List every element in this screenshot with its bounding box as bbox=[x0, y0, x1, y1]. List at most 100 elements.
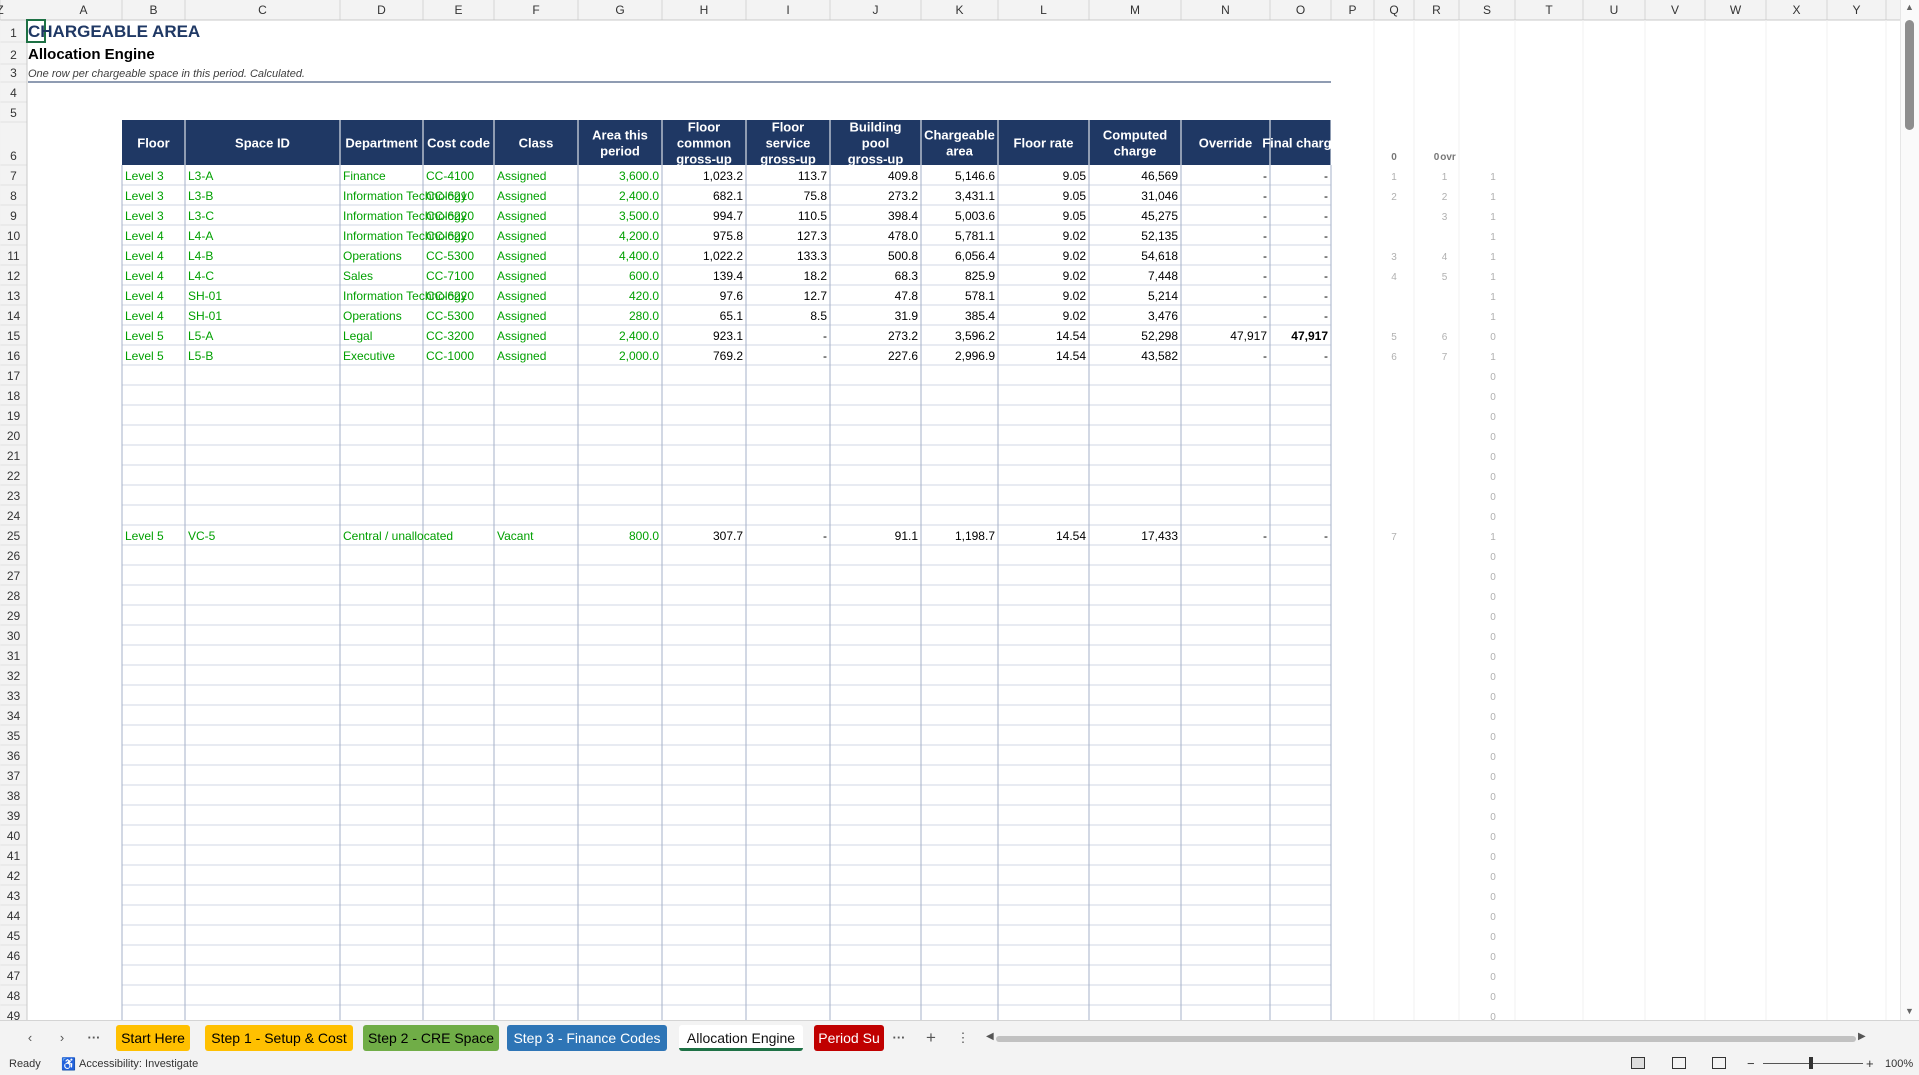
column-header[interactable]: V bbox=[1671, 3, 1679, 17]
row-number[interactable]: 7 bbox=[10, 169, 17, 183]
row-number[interactable]: 2 bbox=[10, 48, 17, 62]
normal-view-icon[interactable] bbox=[1631, 1057, 1645, 1069]
row-number[interactable]: 48 bbox=[7, 989, 21, 1003]
zoom-out-icon[interactable]: − bbox=[1747, 1056, 1755, 1071]
row-number[interactable]: 6 bbox=[10, 149, 17, 163]
row-number[interactable]: 4 bbox=[10, 86, 17, 100]
column-header[interactable]: X bbox=[1792, 3, 1800, 17]
sheet-tab[interactable]: Allocation Engine bbox=[679, 1025, 803, 1051]
vertical-scroll-thumb[interactable] bbox=[1905, 20, 1914, 130]
row-number[interactable]: 20 bbox=[7, 429, 21, 443]
column-header[interactable]: A bbox=[79, 3, 87, 17]
row-number[interactable]: 39 bbox=[7, 809, 21, 823]
column-header[interactable]: J bbox=[873, 3, 879, 17]
column-header[interactable]: I bbox=[786, 3, 789, 17]
row-number[interactable]: 34 bbox=[7, 709, 21, 723]
row-number[interactable]: 24 bbox=[7, 509, 21, 523]
sheet-options-icon[interactable]: ⋮ bbox=[955, 1030, 971, 1046]
prev-sheet-arrow-icon[interactable]: ‹ bbox=[22, 1030, 38, 1046]
column-header[interactable]: N bbox=[1221, 3, 1230, 17]
horizontal-scroll-thumb[interactable] bbox=[996, 1036, 1856, 1042]
row-number[interactable]: 18 bbox=[7, 389, 21, 403]
column-header[interactable]: P bbox=[1348, 3, 1356, 17]
row-number[interactable]: 37 bbox=[7, 769, 21, 783]
row-number[interactable]: 19 bbox=[7, 409, 21, 423]
row-number[interactable]: 31 bbox=[7, 649, 21, 663]
row-number[interactable]: 14 bbox=[7, 309, 21, 323]
row-number[interactable]: 44 bbox=[7, 909, 21, 923]
column-header[interactable]: E bbox=[454, 3, 462, 17]
row-number[interactable]: 12 bbox=[7, 269, 21, 283]
spreadsheet-grid[interactable]: ABCDEFGHIJKLMNOPQRSTUVWXYZ12345678910111… bbox=[0, 0, 1919, 1020]
sheet-tab[interactable]: Step 3 - Finance Codes bbox=[507, 1025, 667, 1051]
row-number[interactable]: 27 bbox=[7, 569, 21, 583]
add-sheet-icon[interactable]: + bbox=[923, 1029, 939, 1046]
grid-canvas[interactable]: ABCDEFGHIJKLMNOPQRSTUVWXYZ12345678910111… bbox=[0, 0, 1919, 1020]
row-number[interactable]: 41 bbox=[7, 849, 21, 863]
row-number[interactable]: 25 bbox=[7, 529, 21, 543]
column-header[interactable]: R bbox=[1432, 3, 1441, 17]
row-number[interactable]: 43 bbox=[7, 889, 21, 903]
row-number[interactable]: 22 bbox=[7, 469, 21, 483]
row-number[interactable]: 38 bbox=[7, 789, 21, 803]
column-header[interactable]: U bbox=[1610, 3, 1619, 17]
row-number[interactable]: 13 bbox=[7, 289, 21, 303]
horizontal-scrollbar[interactable]: ◀ ▶ bbox=[986, 1029, 1868, 1047]
column-header[interactable]: S bbox=[1483, 3, 1491, 17]
row-number[interactable]: 3 bbox=[10, 66, 17, 80]
row-number[interactable]: 8 bbox=[10, 189, 17, 203]
row-number[interactable]: 9 bbox=[10, 209, 17, 223]
row-number[interactable]: 33 bbox=[7, 689, 21, 703]
row-number[interactable]: 29 bbox=[7, 609, 21, 623]
next-sheet-arrow-icon[interactable]: › bbox=[54, 1030, 70, 1046]
page-break-view-icon[interactable] bbox=[1712, 1057, 1726, 1069]
row-number[interactable]: 49 bbox=[7, 1009, 21, 1020]
column-header[interactable]: G bbox=[615, 3, 624, 17]
column-header[interactable]: C bbox=[258, 3, 267, 17]
vertical-scrollbar[interactable]: ▼ ▲ bbox=[1900, 0, 1919, 1020]
scroll-right-arrow-icon[interactable]: ▶ bbox=[1858, 1031, 1866, 1042]
accessibility-status[interactable]: Accessibility: Investigate bbox=[79, 1058, 198, 1070]
column-header[interactable]: L bbox=[1040, 3, 1047, 17]
row-number[interactable]: 36 bbox=[7, 749, 21, 763]
column-header[interactable]: F bbox=[532, 3, 539, 17]
column-header[interactable]: O bbox=[1296, 3, 1305, 17]
sheet-tab[interactable]: Step 2 - CRE Space bbox=[363, 1025, 499, 1051]
sheet-tab[interactable]: Step 1 - Setup & Cost bbox=[205, 1025, 353, 1051]
row-number[interactable]: 23 bbox=[7, 489, 21, 503]
row-number[interactable]: 26 bbox=[7, 549, 21, 563]
row-number[interactable]: 16 bbox=[7, 349, 21, 363]
row-number[interactable]: 35 bbox=[7, 729, 21, 743]
row-number[interactable]: 32 bbox=[7, 669, 21, 683]
row-number[interactable]: 40 bbox=[7, 829, 21, 843]
page-layout-view-icon[interactable] bbox=[1672, 1057, 1686, 1069]
scroll-down-arrow-icon[interactable]: ▼ bbox=[1905, 1006, 1914, 1016]
zoom-slider[interactable] bbox=[1763, 1063, 1863, 1064]
column-header[interactable]: M bbox=[1130, 3, 1140, 17]
zoom-level[interactable]: 100% bbox=[1885, 1058, 1913, 1070]
column-header[interactable]: Y bbox=[1852, 3, 1860, 17]
row-number[interactable]: 17 bbox=[7, 369, 21, 383]
row-number[interactable]: 45 bbox=[7, 929, 21, 943]
column-header[interactable]: W bbox=[1730, 3, 1742, 17]
more-sheets-icon[interactable]: ··· bbox=[891, 1030, 907, 1046]
column-header[interactable]: K bbox=[955, 3, 963, 17]
scroll-up-arrow-icon[interactable]: ▲ bbox=[1905, 2, 1914, 12]
sheet-tab[interactable]: Period Su bbox=[814, 1025, 884, 1051]
column-header[interactable]: D bbox=[377, 3, 386, 17]
row-number[interactable]: 47 bbox=[7, 969, 21, 983]
column-header[interactable]: T bbox=[1545, 3, 1553, 17]
sheet-list-more-icon[interactable]: ··· bbox=[86, 1030, 102, 1046]
row-number[interactable]: 11 bbox=[7, 249, 20, 263]
row-number[interactable]: 28 bbox=[7, 589, 21, 603]
row-number[interactable]: 5 bbox=[10, 106, 17, 120]
zoom-in-icon[interactable]: + bbox=[1866, 1056, 1874, 1071]
row-number[interactable]: 21 bbox=[7, 449, 21, 463]
column-header[interactable]: Q bbox=[1389, 3, 1398, 17]
accessibility-icon[interactable]: ♿ bbox=[61, 1057, 76, 1071]
column-header[interactable]: H bbox=[700, 3, 709, 17]
row-number[interactable]: 30 bbox=[7, 629, 21, 643]
column-header[interactable]: B bbox=[149, 3, 157, 17]
row-number[interactable]: 42 bbox=[7, 869, 21, 883]
row-number[interactable]: 10 bbox=[7, 229, 21, 243]
